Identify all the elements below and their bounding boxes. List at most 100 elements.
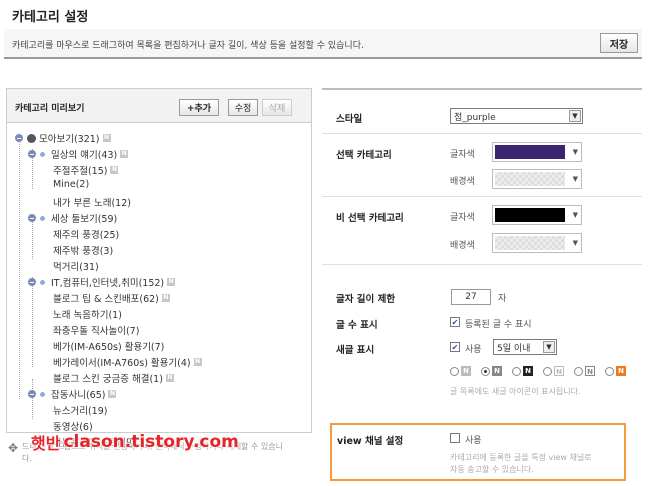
style-select-value: 점_purple: [454, 112, 496, 123]
new-badge-icon: N: [165, 374, 174, 382]
new-post-period-select[interactable]: 5일 이내 ▼: [493, 339, 557, 355]
length-limit-input[interactable]: 27: [451, 289, 491, 305]
tree-item-label: 모아보기(321): [39, 134, 100, 145]
category-tree: 모아보기(321) N 일상의 얘기(43) N 주절주절(15) N Mine…: [7, 125, 311, 449]
new-badge-icon: N: [110, 166, 119, 174]
watermark-logo: 햇반: [30, 434, 61, 454]
new-post-hint: 글 목록에도 새글 아이콘이 표시됩니다.: [450, 387, 581, 396]
unselected-bg-color-picker[interactable]: ▼: [492, 233, 582, 253]
tree-item[interactable]: 잡동사니(65) N: [28, 387, 117, 401]
watermark-url: clason.tistory.com: [63, 432, 239, 452]
view-channel-checkbox[interactable]: [450, 433, 460, 443]
tree-item[interactable]: 블로그 스킨 궁금증 해결(1) N: [53, 371, 174, 385]
unselected-category-label: 비 선택 카테고리: [336, 213, 404, 224]
tree-item-label: 세상 둘보기(59): [51, 214, 118, 225]
tree-item[interactable]: 노래 녹음하기(1): [53, 307, 122, 321]
tree-item-label: 좌충우돌 직사놀이(7): [53, 326, 140, 337]
unselected-bg-color-label: 배경색: [450, 241, 475, 251]
new-icon-radio[interactable]: [605, 366, 614, 376]
new-icon-dark-gray-icon: N: [492, 366, 502, 376]
selected-category-label: 선택 카테고리: [336, 150, 392, 161]
post-count-option: 등록된 글 수 표시: [465, 320, 532, 330]
style-select[interactable]: 점_purple ▼: [450, 108, 583, 124]
edit-category-button[interactable]: 수정: [228, 99, 258, 116]
style-label: 스타일: [336, 114, 363, 125]
tree-item-label: 뉴스거리(19): [53, 406, 108, 417]
tree-item-label: 제주밖 풍경(3): [53, 246, 114, 257]
chevron-down-icon: ▼: [543, 341, 555, 353]
tree-item[interactable]: 베가(IM-A650s) 활용기(7): [53, 339, 164, 353]
new-icon-radio[interactable]: [481, 366, 490, 376]
new-icon-gray-icon: N: [461, 366, 471, 376]
view-channel-use-label: 사용: [465, 436, 482, 446]
tree-item[interactable]: 먹거리(31): [53, 259, 99, 273]
new-icon-options: N N N N N N: [450, 366, 636, 376]
collapse-icon[interactable]: [28, 390, 36, 398]
tree-item-label: 먹거리(31): [53, 262, 99, 273]
tree-item[interactable]: 베가레이서(IM-A760s) 활용기(4) N: [53, 355, 202, 369]
collapse-icon[interactable]: [28, 150, 36, 158]
view-channel-box: view 채널 설정 사용 카테고리에 등록한 글을 특정 view 채널로 자…: [330, 423, 626, 481]
tree-item[interactable]: 제주의 풍경(25): [53, 227, 119, 241]
add-category-button[interactable]: +추가: [179, 99, 219, 116]
tree-item-label: 잡동사니(65): [51, 390, 106, 401]
tree-item[interactable]: 주절주절(15) N: [53, 163, 119, 177]
view-channel-hint-1: 카테고리에 등록한 글을 특정 view 채널로: [450, 453, 592, 462]
selected-text-color-label: 글자색: [450, 150, 475, 160]
bullet-icon: [40, 151, 45, 157]
tree-item-label: 주절주절(15): [53, 166, 108, 177]
tree-item-label: 블로그 스킨 궁금증 해결(1): [53, 374, 163, 385]
new-post-use-label: 사용: [465, 345, 482, 355]
tree-item[interactable]: 제주밖 풍경(3): [53, 243, 113, 257]
view-channel-hint-2: 자동 송고할 수 있습니다.: [450, 465, 534, 474]
preview-title: 카테고리 미리보기: [15, 104, 85, 114]
post-count-checkbox[interactable]: ✔: [450, 317, 460, 327]
tree-item[interactable]: IT,컴퓨터,인터넷,취미(152) N: [28, 275, 176, 289]
tree-item[interactable]: Mine(2): [53, 179, 89, 190]
unselected-text-color-picker[interactable]: ▼: [492, 205, 582, 225]
collapse-icon[interactable]: [28, 278, 36, 286]
save-button[interactable]: 저장: [600, 33, 638, 53]
tree-item[interactable]: 뉴스거리(19): [53, 403, 107, 417]
new-icon-radio[interactable]: [512, 366, 521, 376]
new-icon-radio[interactable]: [543, 366, 552, 376]
selected-text-color-picker[interactable]: ▼: [492, 142, 582, 162]
transparent-swatch: [495, 172, 565, 186]
info-bar: 카테고리를 마우스로 드래그하여 목록을 편집하거나 글자 길이, 색상 등을 …: [4, 29, 642, 59]
chevron-down-icon: ▼: [572, 239, 578, 247]
tree-item[interactable]: 세상 둘보기(59): [28, 211, 117, 225]
new-post-checkbox[interactable]: ✔: [450, 342, 460, 352]
tree-item-label: 블로그 팁 & 스킨배포(62): [53, 294, 159, 305]
tree-item[interactable]: 내가 부른 노래(12): [53, 195, 131, 209]
length-unit: 자: [498, 294, 507, 304]
tree-item[interactable]: 일상의 얘기(43) N: [28, 147, 129, 161]
new-icon-radio[interactable]: [574, 366, 583, 376]
tree-item-label: 일상의 얘기(43): [51, 150, 118, 161]
category-preview-panel: 카테고리 미리보기 +추가 수정 삭제 모아보기(321) N 일상의 얘기(4…: [6, 88, 312, 449]
new-icon-radio[interactable]: [450, 366, 459, 376]
new-post-label: 새글 표시: [336, 345, 375, 356]
tree-item[interactable]: 좌충우돌 직사놀이(7): [53, 323, 139, 337]
tree-item-label: Mine(2): [53, 179, 90, 190]
bullet-icon: [40, 391, 45, 397]
tree-item[interactable]: 모아보기(321) N: [15, 131, 111, 145]
tree-item[interactable]: 블로그 팁 & 스킨배포(62) N: [53, 291, 170, 305]
tree-item-label: IT,컴퓨터,인터넷,취미(152): [51, 278, 165, 289]
bullet-icon: [40, 215, 45, 221]
chevron-down-icon: ▼: [572, 211, 578, 219]
new-badge-icon: N: [167, 278, 176, 286]
chevron-down-icon: ▼: [569, 110, 581, 122]
chevron-down-icon: ▼: [572, 175, 578, 183]
transparent-swatch: [495, 236, 565, 250]
new-badge-icon: N: [161, 294, 170, 302]
new-badge-icon: N: [108, 390, 117, 398]
delete-category-button[interactable]: 삭제: [262, 99, 292, 116]
new-icon-black-icon: N: [523, 366, 533, 376]
new-badge-icon: N: [193, 358, 202, 366]
color-swatch: [495, 208, 565, 222]
collapse-icon[interactable]: [28, 214, 36, 222]
tree-item-label: 베가(IM-A650s) 활용기(7): [53, 342, 165, 353]
selected-bg-color-picker[interactable]: ▼: [492, 169, 582, 189]
collapse-icon[interactable]: [15, 134, 23, 142]
new-icon-outline-icon: N: [554, 366, 564, 376]
